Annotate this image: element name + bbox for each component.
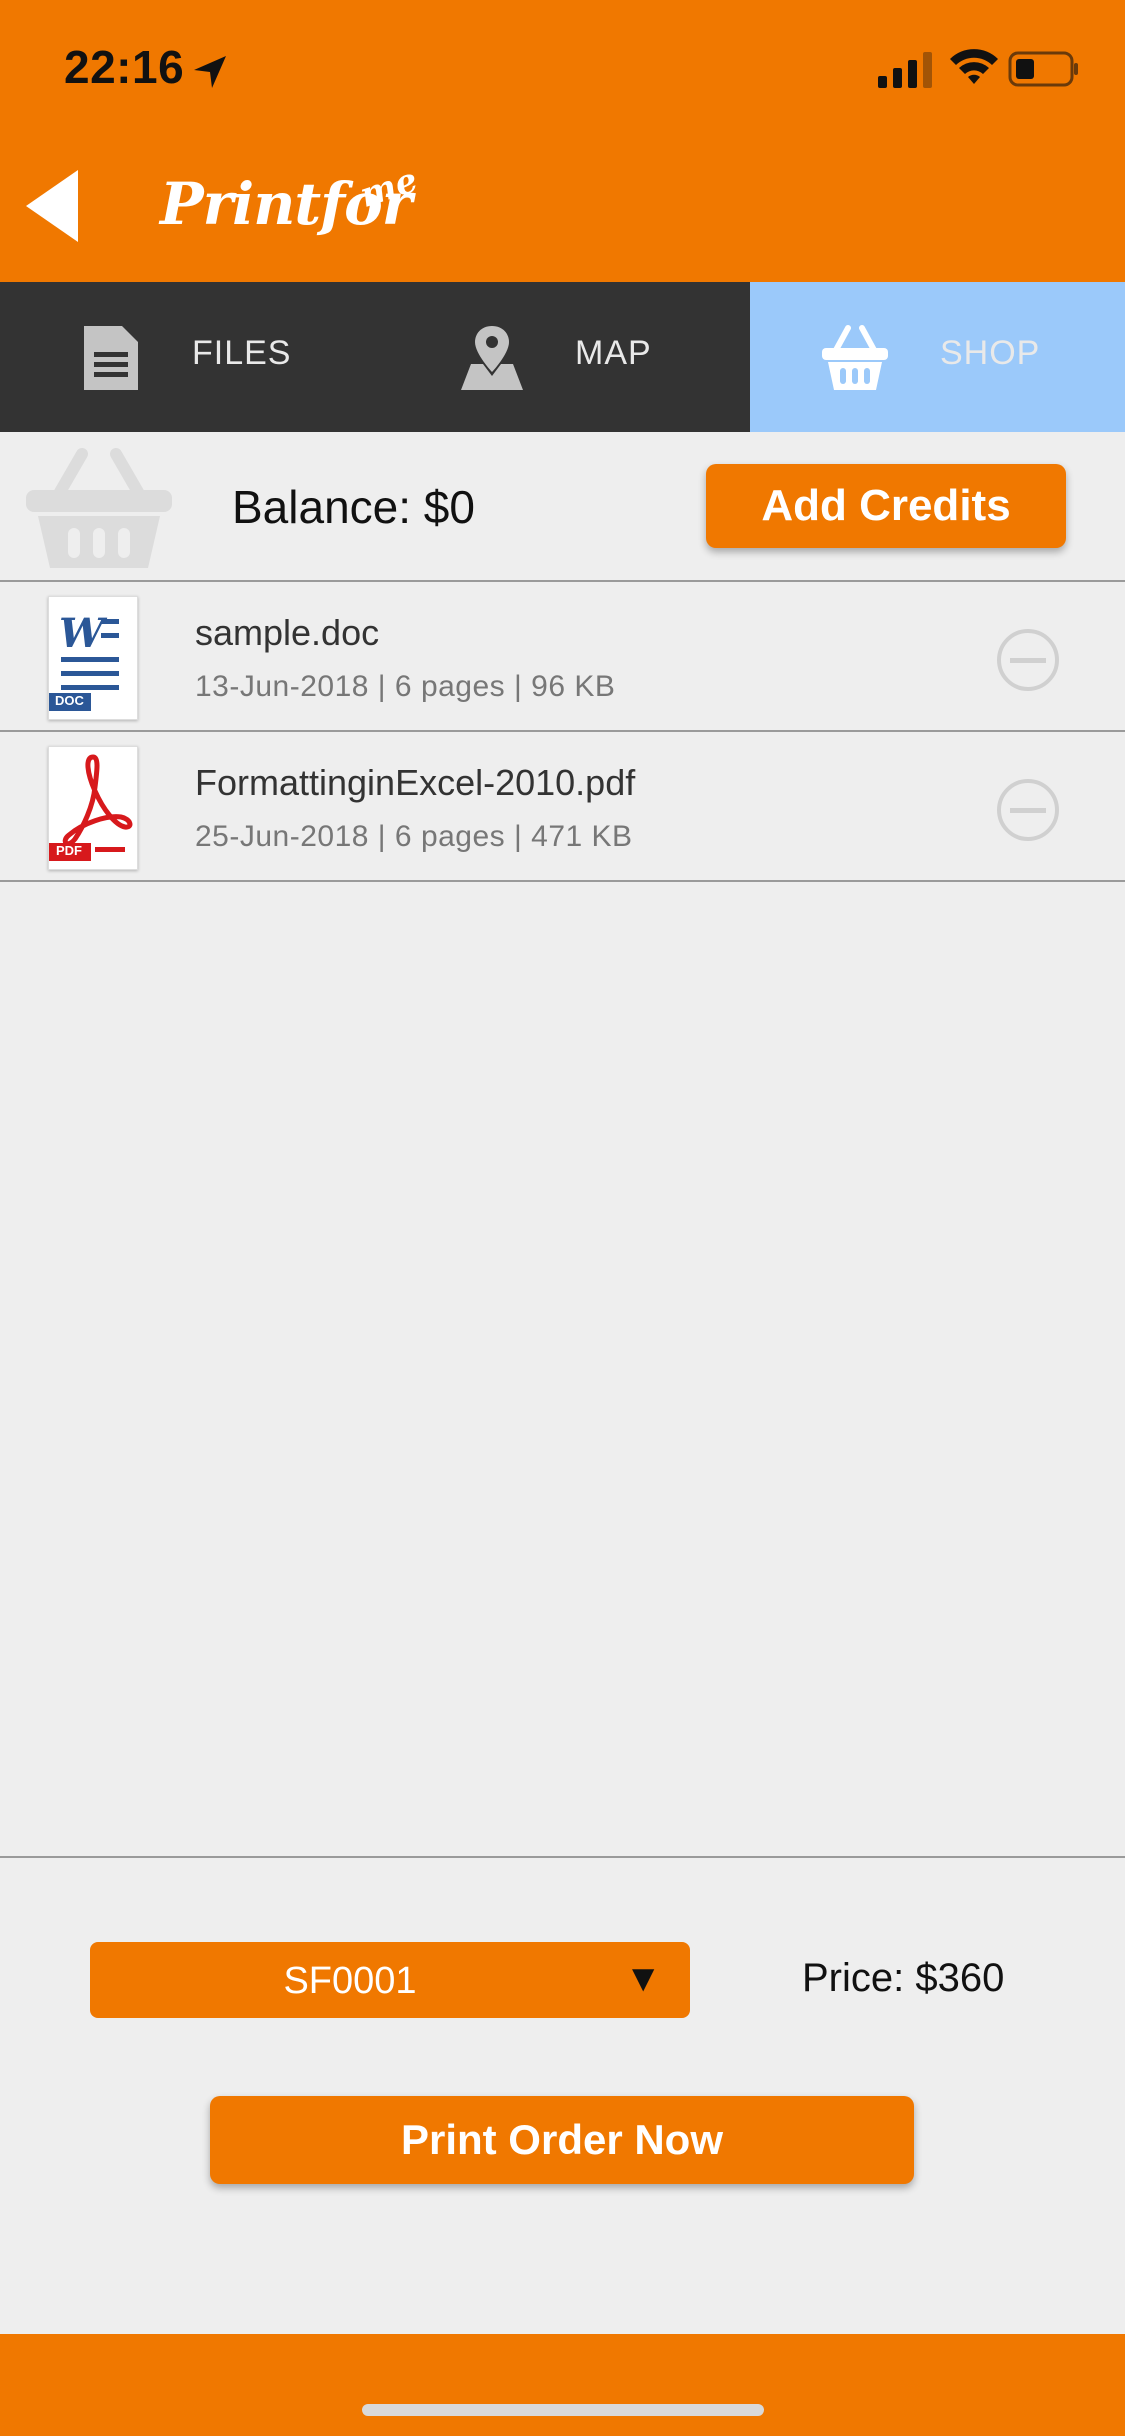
basket-icon: [26, 448, 172, 568]
map-pin-icon: [461, 326, 523, 390]
printer-code-select[interactable]: SF0001 ▼: [90, 1942, 690, 2018]
word-doc-icon: W DOC: [48, 596, 138, 720]
basket-icon: [822, 325, 888, 390]
printer-code-value: SF0001: [283, 1960, 417, 2002]
balance-text: Balance: $0: [232, 481, 475, 533]
pdf-icon: PDF: [48, 746, 138, 870]
file-name: FormattinginExcel-2010.pdf: [195, 762, 636, 803]
price-text: Price: $360: [802, 1956, 1005, 2000]
printforme-logo: Printfor me: [160, 160, 423, 238]
tab-shop-label: SHOP: [940, 334, 1041, 372]
remove-circle-icon[interactable]: [996, 778, 1060, 842]
file-type-badge: DOC: [55, 693, 84, 708]
tab-shop[interactable]: SHOP: [750, 282, 1125, 432]
add-credits-button[interactable]: Add Credits: [706, 464, 1066, 548]
file-type-badge: PDF: [56, 843, 82, 858]
bottom-bar: [0, 2334, 1125, 2436]
tab-map[interactable]: MAP: [375, 282, 750, 432]
cellular-signal-icon: [878, 52, 932, 88]
file-meta: 13-Jun-2018 | 6 pages | 96 KB: [195, 670, 616, 703]
tab-files[interactable]: FILES: [0, 282, 375, 432]
tab-map-label: MAP: [575, 334, 652, 372]
home-indicator[interactable]: [362, 2404, 764, 2416]
document-icon: [84, 326, 138, 390]
file-name: sample.doc: [195, 612, 380, 653]
balance-row: Balance: $0 Add Credits: [0, 432, 1125, 582]
order-panel: SF0001 ▼ Price: $360 Print Order Now: [0, 1856, 1125, 2336]
remove-circle-icon[interactable]: [996, 628, 1060, 692]
status-time: 22:16: [64, 41, 185, 93]
list-item[interactable]: W DOC sample.doc 13-Jun-2018 | 6 pages |…: [0, 582, 1125, 732]
back-button[interactable]: [24, 168, 84, 244]
print-order-button[interactable]: Print Order Now: [210, 2096, 914, 2184]
wifi-icon: [950, 49, 998, 84]
dropdown-arrow-icon: ▼: [624, 1958, 662, 2000]
svg-text:W: W: [59, 610, 108, 657]
battery-icon: [1008, 51, 1078, 87]
list-item[interactable]: PDF FormattinginExcel-2010.pdf 25-Jun-20…: [0, 732, 1125, 882]
tab-bar: FILES MAP SHOP: [0, 282, 1125, 432]
app-header: 22:16 Printfor me: [0, 0, 1125, 282]
file-meta: 25-Jun-2018 | 6 pages | 471 KB: [195, 820, 633, 853]
tab-files-label: FILES: [192, 334, 292, 372]
location-arrow-icon: [194, 56, 226, 88]
